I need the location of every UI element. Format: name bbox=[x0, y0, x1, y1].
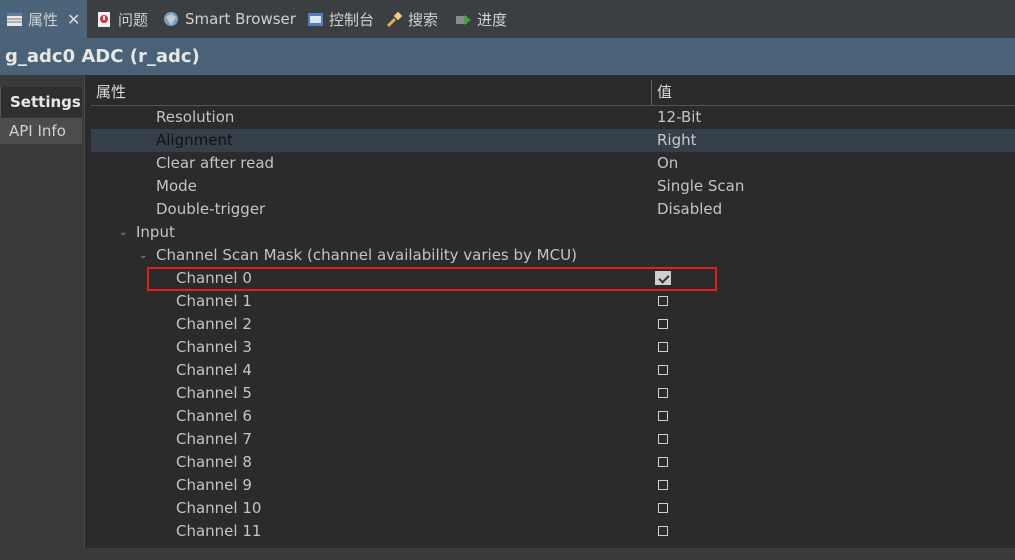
group-label: Channel Scan Mask (channel availability … bbox=[156, 246, 577, 264]
channel-checkbox[interactable] bbox=[658, 480, 668, 490]
search-icon bbox=[386, 11, 403, 27]
channel-row[interactable]: Channel 6 bbox=[91, 405, 1015, 428]
property-label: Alignment bbox=[156, 131, 233, 149]
channel-row[interactable]: Channel 2 bbox=[91, 313, 1015, 336]
group-row-input[interactable]: ⌄ Input bbox=[91, 221, 1015, 244]
tab-properties[interactable]: 属性 ✕ bbox=[0, 0, 87, 38]
bottom-scrollbar[interactable] bbox=[0, 548, 1015, 560]
channel-checkbox[interactable] bbox=[658, 365, 668, 375]
side-tab-api-info[interactable]: API Info bbox=[0, 118, 82, 144]
group-label: Input bbox=[136, 223, 175, 241]
channel-row[interactable]: Channel 1 bbox=[91, 290, 1015, 313]
problems-icon bbox=[98, 11, 110, 27]
channel-label: Channel 9 bbox=[176, 476, 252, 494]
channel-label: Channel 1 bbox=[176, 292, 252, 310]
channel-label: Channel 5 bbox=[176, 384, 252, 402]
group-row-channel-scan-mask[interactable]: ⌄ Channel Scan Mask (channel availabilit… bbox=[91, 244, 1015, 267]
editor-title-bar: g_adc0 ADC (r_adc) bbox=[0, 38, 1015, 75]
column-header-property[interactable]: 属性 bbox=[96, 80, 126, 105]
channel-label: Channel 11 bbox=[176, 522, 262, 540]
property-row-clear-after-read[interactable]: Clear after read On bbox=[91, 152, 1015, 175]
channel-row[interactable]: Channel 8 bbox=[91, 451, 1015, 474]
tab-search[interactable]: 搜索 bbox=[386, 0, 438, 38]
channel-row[interactable]: Channel 9 bbox=[91, 474, 1015, 497]
tab-label: 控制台 bbox=[329, 10, 375, 29]
property-label: Clear after read bbox=[156, 154, 275, 172]
channel-checkbox[interactable] bbox=[658, 434, 668, 444]
tab-console[interactable]: 控制台 bbox=[307, 0, 374, 38]
properties-panel: 属性 值 Resolution 12-Bit Alignment Right C… bbox=[84, 75, 1015, 548]
side-tab-settings[interactable]: Settings bbox=[0, 87, 82, 117]
channel-checkbox[interactable] bbox=[658, 526, 668, 536]
channel-checkbox[interactable] bbox=[658, 503, 668, 513]
channel-checkbox[interactable] bbox=[658, 388, 668, 398]
channel-label: Channel 10 bbox=[176, 499, 262, 517]
tab-label: 问题 bbox=[118, 10, 149, 29]
side-tab-strip: Settings API Info bbox=[0, 75, 84, 560]
table-header: 属性 值 bbox=[91, 80, 1015, 106]
column-divider[interactable] bbox=[651, 80, 652, 105]
property-value[interactable]: Single Scan bbox=[657, 175, 744, 198]
channel-checkbox[interactable] bbox=[658, 457, 668, 467]
property-value[interactable]: Disabled bbox=[657, 198, 722, 221]
property-row-mode[interactable]: Mode Single Scan bbox=[91, 175, 1015, 198]
channel-checkbox[interactable] bbox=[658, 342, 668, 352]
tab-label: 进度 bbox=[477, 10, 508, 29]
console-icon bbox=[308, 12, 323, 26]
channel-row[interactable]: Channel 5 bbox=[91, 382, 1015, 405]
tab-label: Smart Browser bbox=[185, 10, 296, 28]
page-title: g_adc0 ADC (r_adc) bbox=[5, 46, 200, 67]
property-row-resolution[interactable]: Resolution 12-Bit bbox=[91, 106, 1015, 129]
property-value[interactable]: 12-Bit bbox=[657, 106, 701, 129]
property-value[interactable]: Right bbox=[657, 129, 697, 152]
tab-smart-browser[interactable]: Smart Browser bbox=[163, 0, 296, 38]
progress-icon bbox=[456, 14, 471, 25]
tab-label: 搜索 bbox=[408, 10, 439, 29]
channel-label: Channel 7 bbox=[176, 430, 252, 448]
view-tab-bar: 属性 ✕ 问题 Smart Browser 控制台 搜索 进度 bbox=[0, 0, 1015, 39]
highlight-box bbox=[147, 267, 717, 291]
channel-row[interactable]: Channel 4 bbox=[91, 359, 1015, 382]
property-label: Double-trigger bbox=[156, 200, 266, 218]
channel-label: Channel 3 bbox=[176, 338, 252, 356]
chevron-down-icon[interactable]: ⌄ bbox=[139, 244, 147, 267]
channel-checkbox[interactable] bbox=[658, 319, 668, 329]
channel-checkbox[interactable] bbox=[658, 296, 668, 306]
tab-progress[interactable]: 进度 bbox=[455, 0, 507, 38]
channel-checkbox[interactable] bbox=[658, 411, 668, 421]
column-header-value[interactable]: 值 bbox=[657, 80, 672, 105]
tab-label: 属性 bbox=[28, 10, 59, 29]
property-row-alignment[interactable]: Alignment Right bbox=[91, 129, 1015, 152]
property-row-double-trigger[interactable]: Double-trigger Disabled bbox=[91, 198, 1015, 221]
channel-label: Channel 2 bbox=[176, 315, 252, 333]
channel-label: Channel 6 bbox=[176, 407, 252, 425]
channel-label: Channel 8 bbox=[176, 453, 252, 471]
channel-row[interactable]: Channel 10 bbox=[91, 497, 1015, 520]
channel-row[interactable]: Channel 7 bbox=[91, 428, 1015, 451]
channel-label: Channel 4 bbox=[176, 361, 252, 379]
property-label: Mode bbox=[156, 177, 197, 195]
property-value[interactable]: On bbox=[657, 152, 678, 175]
smart-browser-icon bbox=[164, 11, 178, 26]
channel-row[interactable]: Channel 11 bbox=[91, 520, 1015, 543]
table-icon bbox=[7, 12, 22, 26]
property-label: Resolution bbox=[156, 108, 235, 126]
close-icon[interactable]: ✕ bbox=[67, 10, 80, 29]
tab-problems[interactable]: 问题 bbox=[96, 0, 148, 38]
channel-row[interactable]: Channel 3 bbox=[91, 336, 1015, 359]
chevron-down-icon[interactable]: ⌄ bbox=[119, 221, 127, 244]
